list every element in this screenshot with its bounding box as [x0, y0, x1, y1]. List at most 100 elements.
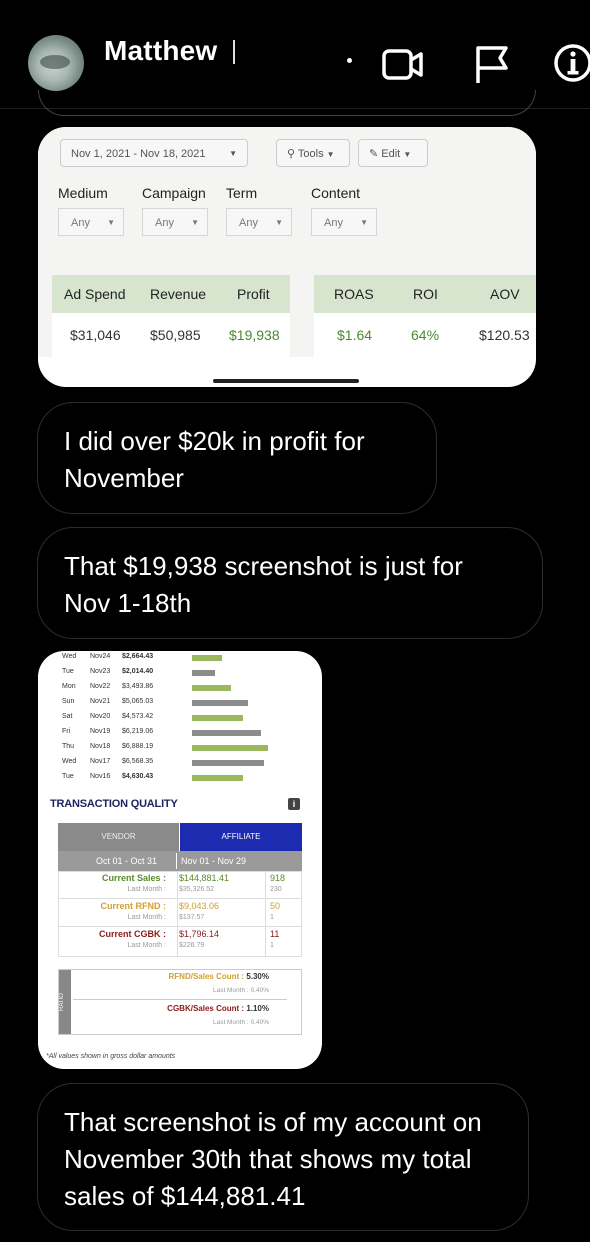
filter-label-content: Content: [311, 185, 361, 201]
metric-value-roi: 64%: [411, 327, 440, 343]
day-label: Mon: [62, 683, 76, 690]
chevron-down-icon: ▼: [326, 150, 335, 159]
filter-value: Any: [155, 217, 174, 229]
metric-label-roas: ROAS: [334, 286, 374, 302]
filter-select-campaign: Any ▼: [142, 208, 208, 236]
avatar[interactable]: [28, 35, 84, 91]
filter-value: Any: [239, 217, 258, 229]
metric-value-roas: $1.64: [337, 327, 373, 343]
day-label: Wed: [62, 758, 77, 765]
shared-image-ad-report[interactable]: Nov 1, 2021 - Nov 18, 2021 ▼ ⚲ Tools ▼ ✎…: [38, 127, 536, 387]
metric-value-profit: $19,938: [229, 327, 280, 343]
date-label: Nov22: [90, 683, 111, 690]
amount-label: $4,573.42: [122, 713, 154, 720]
video-call-icon[interactable]: [380, 42, 426, 88]
metrics-values-left: $31,046 $50,985 $19,938: [52, 313, 290, 357]
ratio-last-line: Last Month : 0.40%: [99, 987, 269, 994]
amount-label: $4,630.43: [122, 773, 154, 780]
info-icon[interactable]: [552, 42, 590, 88]
amount-label: $2,664.43: [122, 653, 154, 660]
day-label: Tue: [62, 668, 74, 675]
amount-label: $6,568.35: [122, 758, 154, 765]
amount-label: $6,219.06: [122, 728, 154, 735]
metrics-values-right: $1.64 64% $120.53: [314, 313, 536, 357]
chevron-down-icon: ▼: [360, 218, 368, 227]
date-label: Nov21: [90, 698, 111, 705]
metric-value-aov: $120.53: [479, 327, 530, 343]
message-bubble[interactable]: That $19,938 screenshot is just for Nov …: [37, 527, 543, 639]
amount-label: $3,493.86: [122, 683, 154, 690]
daily-sales-bar: [192, 760, 264, 766]
section-title: TRANSACTION QUALITY: [50, 798, 178, 810]
chevron-down-icon: ▼: [403, 150, 412, 159]
amount-label: $5,065.03: [122, 698, 154, 705]
chevron-down-icon: ▼: [107, 218, 115, 227]
daily-sales-bar: [192, 655, 222, 661]
message-text: That screenshot is of my account on Nove…: [64, 1107, 482, 1211]
ratio-name: CGBK/Sales Count :: [167, 1004, 245, 1013]
day-label: Thu: [62, 743, 75, 750]
chevron-down-icon: ▼: [229, 149, 237, 158]
shared-image-sales-report[interactable]: Wed Nov24 $2,664.43 Tue Nov23 $2,014.40 Mon Nov…: [38, 651, 322, 1069]
metric-label-profit: Profit: [237, 286, 270, 302]
daily-sales-bar: [192, 670, 215, 676]
ratio-last-label: Last Month :: [212, 1019, 249, 1026]
metric-value-revenue: $50,985: [150, 327, 201, 343]
ratio-line: RFND/Sales Count : 5.30%: [99, 972, 269, 981]
tools-label: Tools: [297, 148, 324, 160]
date-label: Nov19: [90, 728, 111, 735]
message-text: I did over $20k in profit for November: [64, 426, 365, 493]
daily-sales-bar: [192, 685, 231, 691]
edit-button: ✎ Edit ▼: [358, 139, 428, 167]
filter-select-medium: Any ▼: [58, 208, 124, 236]
home-indicator: [213, 379, 359, 383]
ratio-box: RATIO RFND/Sales Count : 5.30% Last Month…: [58, 969, 302, 1035]
day-label: Sat: [62, 713, 73, 720]
period-left: Oct 01 - Oct 31: [96, 856, 158, 866]
date-label: Nov23: [90, 668, 111, 675]
contact-name[interactable]: Matthew: [104, 35, 217, 67]
message-bubble[interactable]: That screenshot is of my account on Nove…: [37, 1083, 529, 1231]
footnote: *All values shown in gross dollar amount…: [46, 1053, 176, 1060]
period-right: Nov 01 - Nov 29: [181, 856, 247, 866]
divider: [73, 999, 287, 1000]
date-range-text: Nov 1, 2021 - Nov 18, 2021: [71, 148, 206, 160]
filter-value: Any: [324, 217, 343, 229]
metric-label-ad-spend: Ad Spend: [64, 286, 126, 302]
day-label: Fri: [62, 728, 71, 735]
previous-image-edge: [38, 90, 536, 116]
divider: [176, 853, 177, 869]
amount-label: $6,888.19: [122, 743, 154, 750]
daily-sales-bar: [192, 745, 268, 751]
message-text: That $19,938 screenshot is just for Nov …: [64, 551, 463, 618]
ratio-last-label: Last Month :: [212, 987, 249, 994]
filter-label-term: Term: [226, 185, 258, 201]
pencil-icon: ✎: [369, 148, 379, 160]
edit-label: Edit: [381, 148, 401, 160]
daily-sales-bar: [192, 700, 248, 706]
filter-label-medium: Medium: [58, 185, 108, 201]
daily-sales-bar: [192, 715, 243, 721]
daily-sales-bar: [192, 730, 261, 736]
day-label: Wed: [62, 653, 77, 660]
ratio-label: RATIO: [59, 970, 71, 1034]
tab-affiliate: AFFILIATE: [180, 823, 302, 851]
status-dot: [347, 58, 352, 63]
amount-label: $2,014.40: [122, 668, 154, 675]
chevron-down-icon: ▼: [275, 218, 283, 227]
message-bubble[interactable]: I did over $20k in profit for November: [37, 402, 437, 514]
ratio-line: CGBK/Sales Count : 1.10%: [99, 1004, 269, 1013]
date-range-select: Nov 1, 2021 - Nov 18, 2021 ▼: [60, 139, 248, 167]
tab-vendor: VENDOR: [58, 823, 179, 851]
filter-select-term: Any ▼: [226, 208, 292, 236]
metrics-header-left: Ad Spend Revenue Profit: [52, 275, 290, 313]
day-label: Tue: [62, 773, 74, 780]
transaction-grid: [58, 871, 302, 957]
ratio-last-value: 0.40%: [250, 1019, 269, 1026]
wrench-icon: ⚲: [287, 148, 296, 160]
ratio-last-line: Last Month : 0.40%: [99, 1019, 269, 1026]
date-label: Nov16: [90, 773, 111, 780]
metric-value-ad-spend: $31,046: [70, 327, 121, 343]
flag-icon[interactable]: [470, 42, 516, 88]
metric-label-aov: AOV: [490, 286, 520, 302]
